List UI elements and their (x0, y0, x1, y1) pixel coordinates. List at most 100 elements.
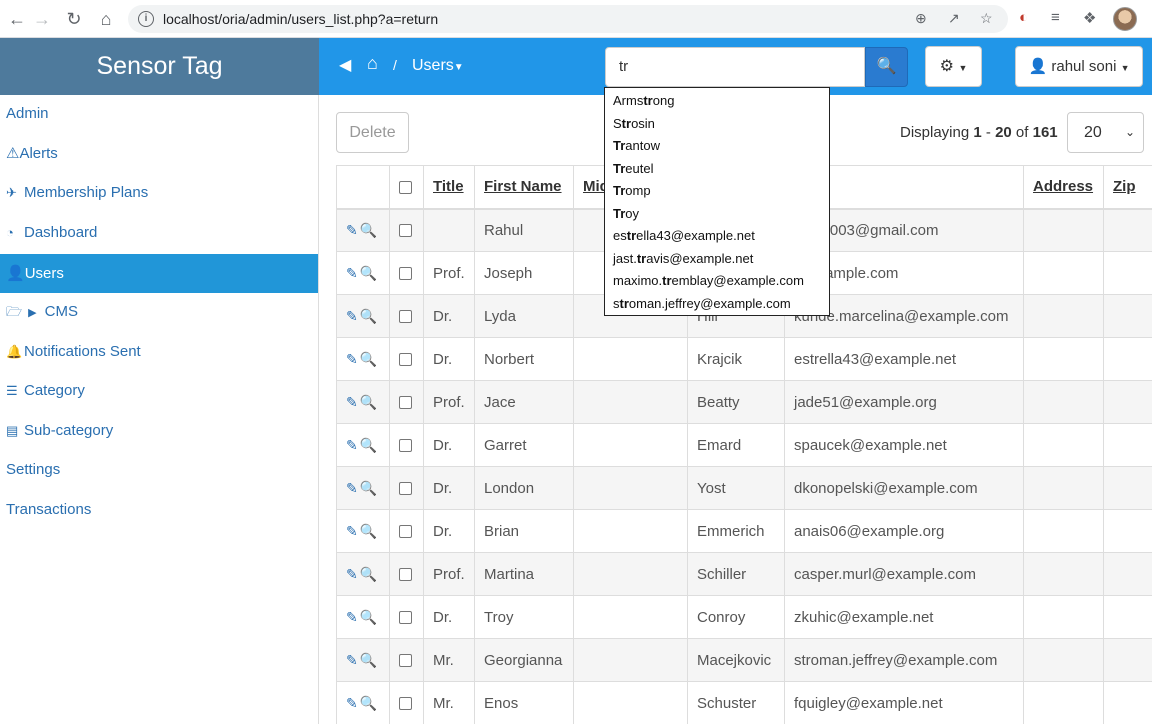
forward-arrow-icon[interactable]: → (30, 7, 54, 31)
autocomplete-item[interactable]: Troy (605, 203, 829, 226)
pencil-edit-icon[interactable]: ✎ (346, 308, 360, 324)
address-url[interactable]: localhost/oria/admin/users_list.php?a=re… (163, 11, 438, 27)
pencil-edit-icon[interactable]: ✎ (346, 437, 360, 453)
search-view-icon[interactable]: 🔍 (360, 265, 379, 281)
sidebar-item-settings[interactable]: Settings (0, 451, 318, 489)
autocomplete-item[interactable]: jast.travis@example.net (605, 248, 829, 271)
sidebar-item-cms[interactable]: 🗁 ▶ CMS (0, 293, 318, 331)
row-checkbox[interactable] (399, 568, 412, 582)
sidebar-item-membership-plans[interactable]: ✈ Membership Plans (0, 174, 318, 212)
row-checkbox[interactable] (399, 439, 412, 453)
sidebar-item-label: Sub-category (24, 422, 114, 439)
cell-email: casper.murl@example.com (784, 552, 1024, 596)
autocomplete-item[interactable]: estrella43@example.net (605, 225, 829, 248)
cell-last-name: Emmerich (687, 509, 785, 553)
caret-down-icon: ▼ (958, 63, 968, 73)
back-arrow-icon[interactable]: ← (5, 7, 29, 31)
sidebar-item-dashboard[interactable]: ◔ Dashboard (0, 214, 318, 252)
site-info-icon[interactable]: i (138, 11, 154, 27)
delete-button[interactable]: Delete (336, 112, 409, 153)
autocomplete-item[interactable]: Armstrong (605, 90, 829, 113)
row-select (389, 294, 424, 338)
row-checkbox[interactable] (399, 697, 412, 711)
autocomplete-item[interactable]: stroman.jeffrey@example.com (605, 293, 829, 316)
reload-icon[interactable]: ↻ (62, 7, 86, 31)
row-checkbox[interactable] (399, 396, 412, 410)
row-checkbox[interactable] (399, 310, 412, 324)
search-view-icon[interactable]: 🔍 (360, 566, 379, 582)
autocomplete-item[interactable]: maximo.tremblay@example.com (605, 270, 829, 293)
brand-title[interactable]: Sensor Tag (0, 38, 319, 95)
search-view-icon[interactable]: 🔍 (360, 609, 379, 625)
select-all-checkbox[interactable] (399, 180, 412, 194)
user-menu-button[interactable]: 👤 rahul soni ▼ (1015, 46, 1143, 87)
pencil-edit-icon[interactable]: ✎ (346, 394, 360, 410)
search-view-icon[interactable]: 🔍 (360, 523, 379, 539)
autocomplete-item[interactable]: Trantow (605, 135, 829, 158)
breadcrumb-users-dropdown[interactable]: Users▼ (412, 57, 464, 75)
sidebar-item-admin[interactable]: Admin (0, 95, 318, 133)
pencil-edit-icon[interactable]: ✎ (346, 265, 360, 281)
row-select (389, 337, 424, 381)
row-checkbox[interactable] (399, 525, 412, 539)
home-icon[interactable]: ⌂ (367, 53, 378, 74)
search-view-icon[interactable]: 🔍 (360, 222, 379, 238)
list-icon: ☰ (6, 383, 18, 398)
bookmark-star-icon[interactable]: ☆ (980, 10, 993, 27)
autocomplete-item[interactable]: Treutel (605, 158, 829, 181)
sidebar-item-transactions[interactable]: Transactions (0, 491, 318, 529)
row-checkbox[interactable] (399, 353, 412, 367)
search-view-icon[interactable]: 🔍 (360, 394, 379, 410)
address-bar[interactable]: i localhost/oria/admin/users_list.php?a=… (128, 5, 1008, 33)
puzzle-extensions-icon[interactable]: ❖ (1083, 9, 1096, 27)
reading-list-icon[interactable]: ≡ (1051, 9, 1060, 26)
cell-address (1023, 380, 1104, 424)
search-view-icon[interactable]: 🔍 (360, 437, 379, 453)
search-button[interactable]: 🔍 (865, 47, 908, 87)
cell-zip (1103, 251, 1152, 295)
pencil-edit-icon[interactable]: ✎ (346, 566, 360, 582)
suggestion-match: tr (626, 228, 637, 243)
sidebar-item-category[interactable]: ☰ Category (0, 372, 318, 410)
pencil-edit-icon[interactable]: ✎ (346, 480, 360, 496)
cell-zip (1103, 423, 1152, 467)
sidebar-item-notifications-sent[interactable]: 🔔 Notifications Sent (0, 333, 318, 371)
home-page-icon[interactable]: ⌂ (94, 7, 118, 31)
profile-avatar[interactable] (1113, 7, 1137, 31)
search-view-icon[interactable]: 🔍 (360, 695, 379, 711)
pencil-edit-icon[interactable]: ✎ (346, 523, 360, 539)
column-header-first-name[interactable]: First Name (474, 165, 574, 210)
zoom-icon[interactable]: ⊕ (915, 10, 927, 27)
column-header-title[interactable]: Title (423, 165, 475, 210)
search-view-icon[interactable]: 🔍 (360, 351, 379, 367)
sidebar-toggle-icon[interactable]: ◀ (339, 55, 351, 75)
row-checkbox[interactable] (399, 611, 412, 625)
cell-title: Prof. (423, 380, 475, 424)
autocomplete-item[interactable]: Strosin (605, 113, 829, 136)
suggestion-suffix: omp (625, 183, 651, 198)
sidebar-item-users[interactable]: 👤Users (0, 254, 318, 293)
autocomplete-item[interactable]: Tromp (605, 180, 829, 203)
sidebar-item-sub-category[interactable]: ▤ Sub-category (0, 412, 318, 450)
search-view-icon[interactable]: 🔍 (360, 652, 379, 668)
settings-dropdown-button[interactable]: ⚙ ▼ (925, 46, 982, 87)
share-icon[interactable]: ↗ (948, 10, 960, 27)
search-input[interactable]: tr (605, 47, 865, 87)
column-header-zip[interactable]: Zip (1103, 165, 1152, 210)
pencil-edit-icon[interactable]: ✎ (346, 222, 360, 238)
row-checkbox[interactable] (399, 482, 412, 496)
pencil-edit-icon[interactable]: ✎ (346, 652, 360, 668)
search-view-icon[interactable]: 🔍 (360, 308, 379, 324)
pencil-edit-icon[interactable]: ✎ (346, 351, 360, 367)
column-header-address[interactable]: Address (1023, 165, 1104, 210)
row-checkbox[interactable] (399, 267, 412, 281)
extension-icon[interactable]: ◐ (1019, 9, 1028, 26)
row-checkbox[interactable] (399, 224, 412, 238)
pencil-edit-icon[interactable]: ✎ (346, 609, 360, 625)
search-view-icon[interactable]: 🔍 (360, 480, 379, 496)
pencil-edit-icon[interactable]: ✎ (346, 695, 360, 711)
suggestion-suffix: osin (631, 115, 655, 131)
sidebar-item-alerts[interactable]: ⚠Alerts (0, 135, 318, 173)
page-size-select[interactable]: 20 ⌄ (1067, 112, 1144, 153)
row-checkbox[interactable] (399, 654, 412, 668)
